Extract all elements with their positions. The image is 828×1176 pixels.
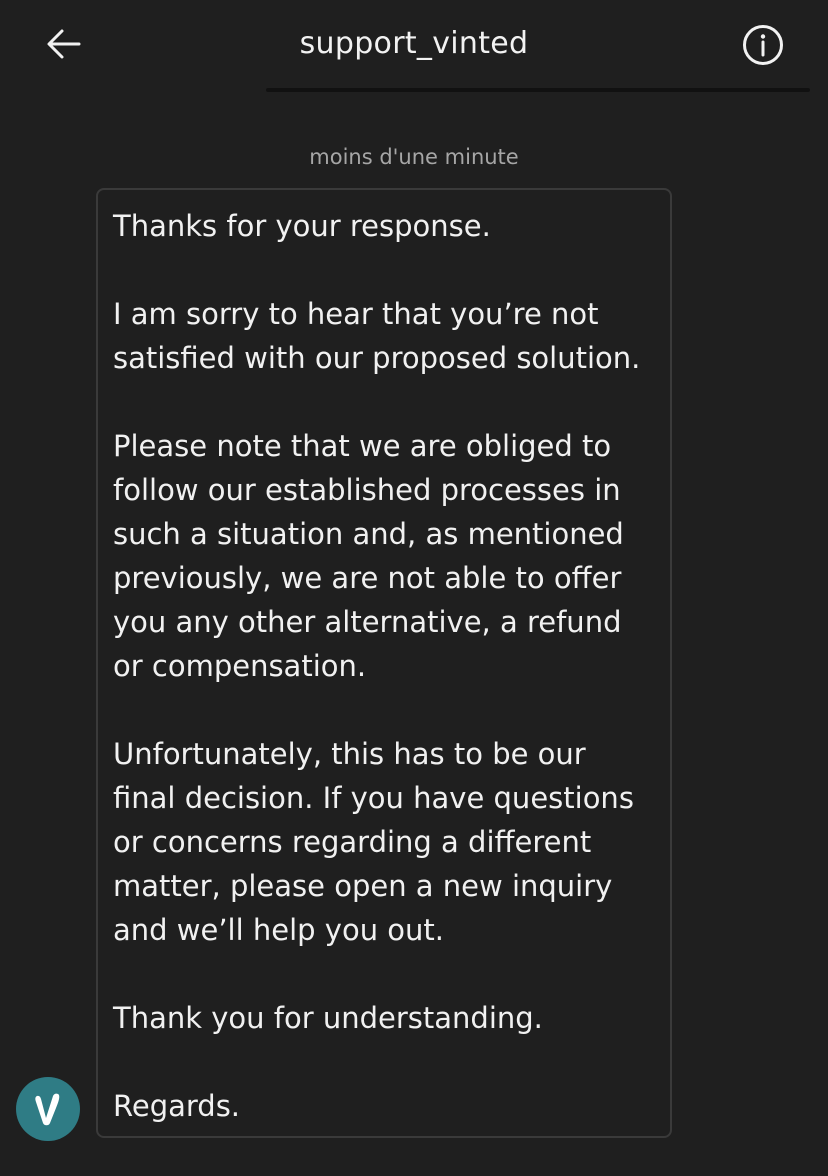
message-paragraph: Thanks for your response. (113, 209, 491, 243)
header-divider (266, 88, 810, 92)
message-bubble: Thanks for your response. I am sorry to … (96, 188, 672, 1138)
avatar[interactable] (16, 1077, 80, 1141)
page-title: support_vinted (299, 26, 529, 61)
info-button[interactable] (740, 22, 786, 68)
message-paragraph: Regards. (113, 1089, 241, 1123)
info-circle-icon (743, 25, 783, 65)
message-paragraph: Thank you for understanding. (113, 1001, 543, 1035)
message-paragraph: Please note that we are obliged to follo… (113, 429, 624, 683)
vinted-logo-icon (35, 1093, 60, 1126)
message-paragraph: Unfortunately, this has to be our final … (113, 737, 634, 947)
message-timestamp: moins d'une minute (309, 145, 519, 169)
message-paragraph: I am sorry to hear that you’re not satis… (113, 297, 641, 375)
chat-header: support_vinted (0, 0, 828, 92)
